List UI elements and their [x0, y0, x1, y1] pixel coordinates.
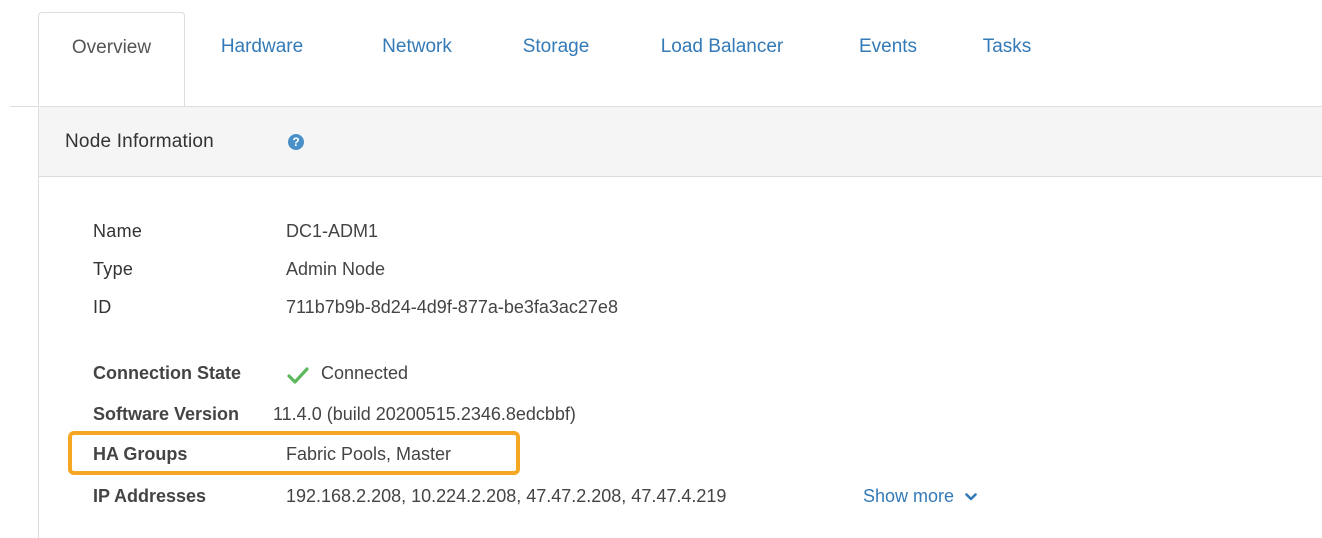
- tab-network[interactable]: Network: [357, 12, 477, 107]
- question-circle-icon[interactable]: ?: [288, 134, 304, 150]
- name-label: Name: [93, 221, 143, 241]
- tab-storage[interactable]: Storage: [500, 12, 612, 107]
- show-more-link[interactable]: Show more: [863, 486, 977, 507]
- software-version-label: Software Version: [93, 404, 240, 424]
- type-value: Admin Node: [286, 259, 386, 279]
- panel-heading: Node Information ?: [39, 107, 1322, 177]
- ha-groups-value: Fabric Pools, Master: [286, 444, 452, 464]
- tab-load-balancer[interactable]: Load Balancer: [638, 12, 806, 107]
- id-value: 711b7b9b-8d24-4d9f-877a-be3fa3ac27e8: [286, 297, 618, 317]
- connection-state-label: Connection State: [93, 363, 242, 383]
- panel-title: Node Information: [65, 131, 214, 152]
- ip-addresses-label: IP Addresses: [93, 486, 207, 506]
- check-icon: [287, 367, 309, 384]
- id-label: ID: [93, 297, 112, 317]
- tab-hardware[interactable]: Hardware: [200, 12, 324, 107]
- ha-groups-label: HA Groups: [93, 444, 188, 464]
- tab-bar: Overview Hardware Network Storage Load B…: [10, 12, 1322, 108]
- connection-state-value: Connected: [321, 363, 409, 383]
- type-label: Type: [93, 259, 134, 279]
- tab-tasks[interactable]: Tasks: [960, 12, 1054, 107]
- ip-addresses-value: 192.168.2.208, 10.224.2.208, 47.47.2.208…: [286, 486, 727, 506]
- node-details-page: Overview Hardware Network Storage Load B…: [0, 0, 1322, 538]
- tab-overview[interactable]: Overview: [38, 12, 185, 108]
- tab-events[interactable]: Events: [838, 12, 938, 107]
- node-information-panel: Node Information ? Name DC1-ADM1 Type Ad…: [38, 106, 1322, 538]
- software-version-value: 11.4.0 (build 20200515.2346.8edcbbf): [273, 404, 576, 424]
- chevron-down-icon: [965, 493, 977, 501]
- name-value: DC1-ADM1: [286, 221, 379, 241]
- show-more-label: Show more: [863, 486, 955, 506]
